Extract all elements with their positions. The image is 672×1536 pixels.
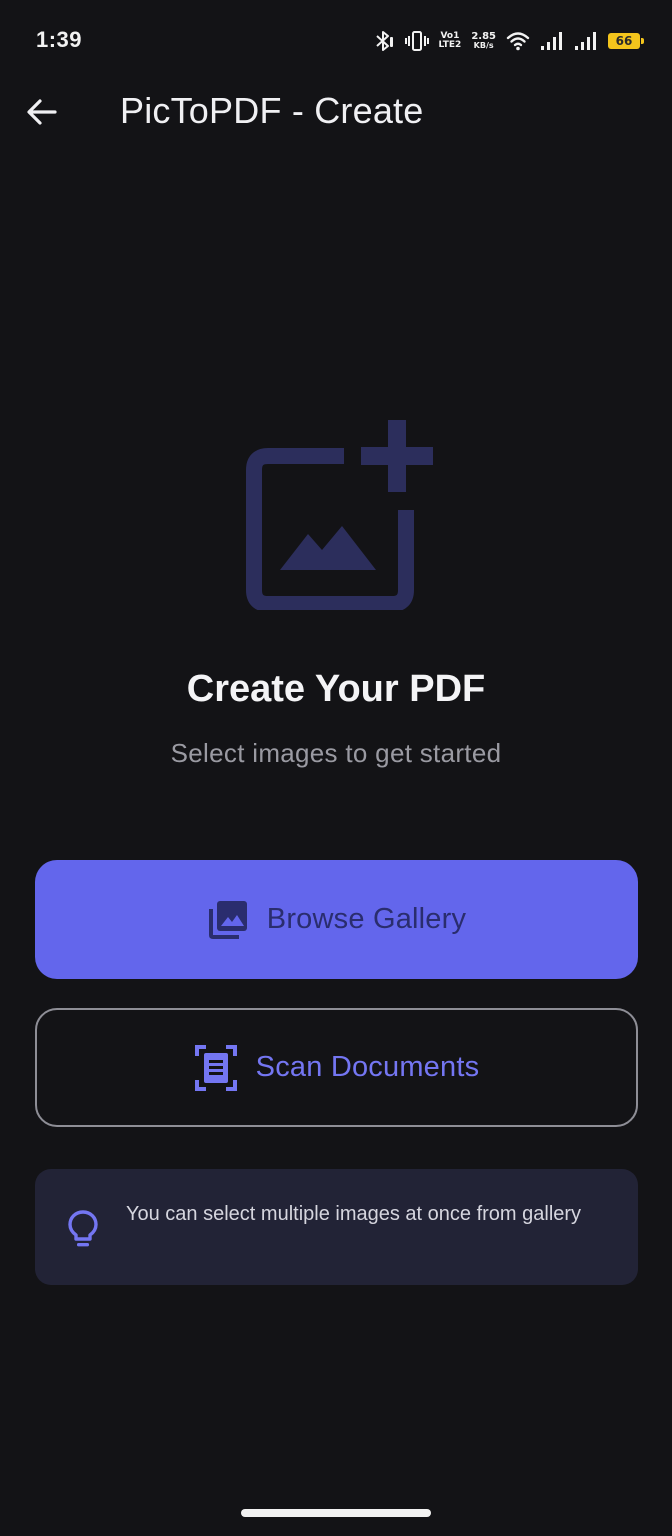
- back-button[interactable]: [22, 92, 62, 132]
- add-image-icon: [246, 420, 433, 610]
- tip-card: You can select multiple images at once f…: [35, 1169, 638, 1285]
- lightbulb-icon: [68, 1210, 98, 1247]
- volte-indicator: Vo1 LTE2: [439, 32, 462, 50]
- browse-gallery-label: Browse Gallery: [266, 903, 467, 935]
- network-speed: 2.85 KB/s: [471, 32, 496, 50]
- bluetooth-icon: [375, 31, 393, 51]
- scan-documents-button[interactable]: Scan Documents: [35, 1008, 638, 1127]
- status-bar: 1:39 Vo1 LTE2 2.85 KB/s 66: [0, 0, 672, 80]
- status-icons: Vo1 LTE2 2.85 KB/s 66: [373, 26, 644, 56]
- wifi-icon: [506, 32, 530, 51]
- page-title: PicToPDF - Create: [120, 90, 424, 131]
- hero-title: Create Your PDF: [186, 668, 486, 710]
- volte-label-bottom: LTE2: [438, 40, 462, 50]
- document-scanner-icon: [194, 1044, 237, 1091]
- network-speed-unit: KB/s: [473, 41, 494, 50]
- app-bar: PicToPDF - Create: [0, 80, 672, 144]
- photo-library-icon: [208, 900, 247, 939]
- home-indicator[interactable]: [241, 1509, 431, 1517]
- vibrate-icon: [404, 31, 429, 51]
- battery-icon: 66: [608, 33, 644, 49]
- arrow-left-icon: [27, 99, 57, 125]
- scan-documents-label: Scan Documents: [255, 1051, 480, 1083]
- hero-subtitle: Select images to get started: [170, 738, 502, 768]
- browse-gallery-button[interactable]: Browse Gallery: [35, 860, 638, 979]
- status-time: 1:39: [36, 27, 83, 52]
- tip-text: You can select multiple images at once f…: [126, 1203, 582, 1225]
- battery-level: 66: [615, 34, 633, 48]
- signal-icon: [541, 32, 562, 50]
- signal-icon: [575, 32, 596, 50]
